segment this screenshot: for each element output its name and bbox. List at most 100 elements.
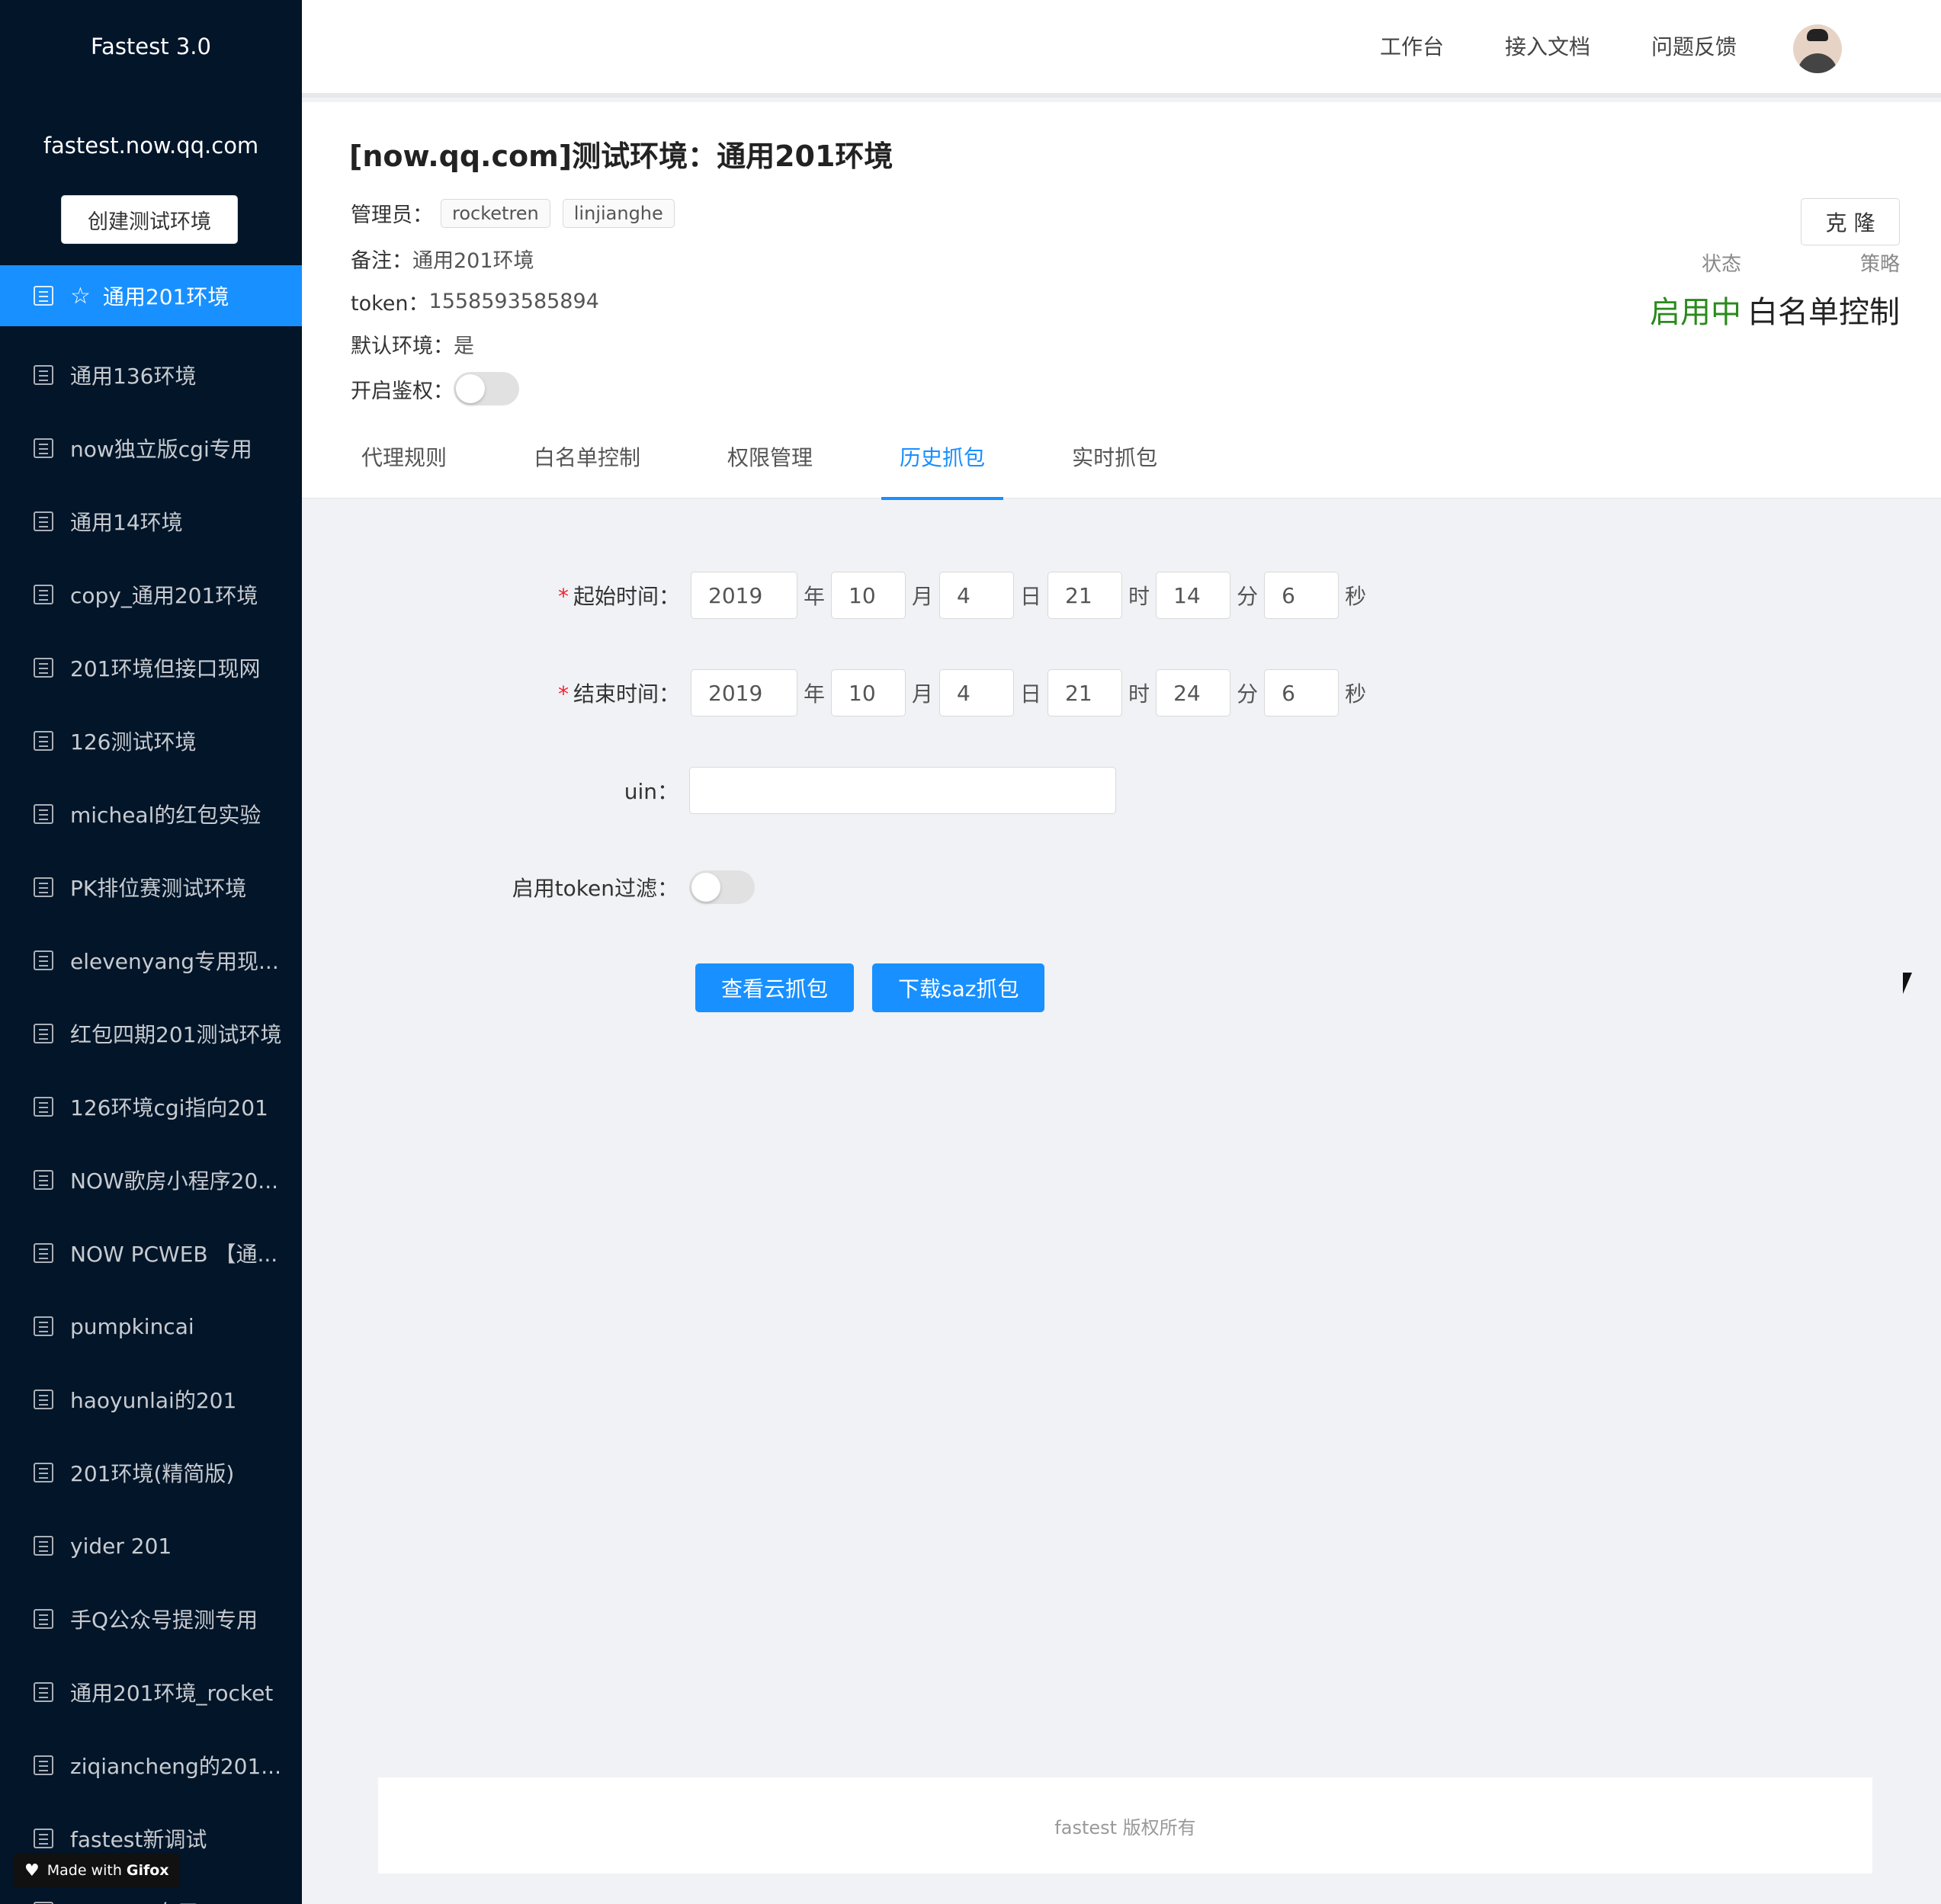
sidebar-item[interactable]: now独立版cgi专用 <box>0 412 302 485</box>
start-minute-input[interactable]: 14 <box>1156 572 1231 619</box>
sidebar-item-label: copy_通用201环境 <box>70 583 258 608</box>
top-header: 工作台 接入文档 问题反馈 <box>302 0 1941 98</box>
list-icon <box>34 286 53 306</box>
end-minute-input[interactable]: 24 <box>1156 669 1231 716</box>
start-hour-input[interactable]: 21 <box>1047 572 1123 619</box>
status-value: 启用中 <box>1650 295 1741 330</box>
start-second-input[interactable]: 6 <box>1264 572 1339 619</box>
action-row: 查看云抓包 下载saz抓包 <box>695 963 1063 1012</box>
view-cloud-capture-button[interactable]: 查看云抓包 <box>695 963 855 1012</box>
admin-field: 管理员： rocketren linjianghe <box>351 198 687 228</box>
sidebar-item-label: micheal的红包实验 <box>70 803 261 828</box>
tab-whitelist[interactable]: 白名单控制 <box>515 438 659 500</box>
token-filter-toggle[interactable] <box>689 870 755 904</box>
token-field: token： 1558593585894 <box>351 287 599 316</box>
nav-feedback[interactable]: 问题反馈 <box>1651 30 1737 61</box>
list-icon <box>34 658 53 678</box>
user-avatar[interactable] <box>1793 24 1842 73</box>
uin-input[interactable] <box>689 767 1116 814</box>
sidebar-item-label: 201环境(精简版) <box>70 1461 235 1486</box>
top-nav: 工作台 接入文档 问题反馈 <box>1380 30 1737 61</box>
end-month-input[interactable]: 10 <box>831 669 906 716</box>
remark-label: 备注： <box>351 249 412 273</box>
sidebar-item[interactable]: ☆ 通用201环境 <box>0 265 302 326</box>
tab-proxy-rules[interactable]: 代理规则 <box>343 438 465 500</box>
list-icon <box>34 877 53 897</box>
sidebar-item[interactable]: PK排位赛测试环境 <box>0 851 302 924</box>
list-icon <box>34 1390 53 1409</box>
sidebar-item-label: 红包四期201测试环境 <box>70 1022 282 1047</box>
sidebar-item[interactable]: 201环境但接口现网 <box>0 631 302 704</box>
list-icon <box>34 438 53 458</box>
tab-permissions[interactable]: 权限管理 <box>709 438 831 500</box>
status-label: 状态 <box>1701 253 1741 276</box>
env-menu: ☆ 通用201环境通用136环境 now独立版cgi专用 通用14环境 copy_通用2… <box>0 265 302 1904</box>
strategy-stat: 策略 白名单控制 <box>1747 248 1900 332</box>
admin-tag: linjianghe <box>562 198 675 228</box>
list-icon <box>34 511 53 531</box>
download-saz-button[interactable]: 下载saz抓包 <box>872 963 1045 1012</box>
star-icon[interactable]: ☆ <box>70 283 91 309</box>
sidebar-item[interactable]: 126测试环境 <box>0 704 302 777</box>
sidebar-item-label: 通用136环境 <box>70 364 197 389</box>
sidebar-item-label: fastest新调试 <box>70 1827 207 1852</box>
env-info-panel: [now.qq.com]测试环境：通用201环境 管理员： rocketren … <box>302 102 1941 500</box>
sidebar-item[interactable]: elevenyang专用现... <box>0 924 302 997</box>
sidebar-item[interactable]: copy_通用201环境 <box>0 558 302 631</box>
sidebar-item-label: 通用201环境 <box>102 284 229 309</box>
footer: fastest 版权所有 <box>378 1777 1872 1874</box>
end-hour-input[interactable]: 21 <box>1047 669 1123 716</box>
sidebar-item[interactable]: 通用14环境 <box>0 485 302 558</box>
sidebar-item[interactable]: pumpkincai <box>0 1290 302 1363</box>
mouse-cursor-icon <box>1903 973 1912 994</box>
tab-realtime-capture[interactable]: 实时抓包 <box>1054 438 1176 500</box>
end-year-input[interactable]: 2019 <box>691 669 797 716</box>
gifox-prefix: Made with <box>47 1862 122 1879</box>
sidebar-item-label: now独立版cgi专用 <box>70 437 252 462</box>
domain-label: fastest.now.qq.com <box>43 133 259 159</box>
sidebar-item[interactable]: 通用136环境 <box>0 338 302 412</box>
sidebar-item-label: 通用14环境 <box>70 510 183 535</box>
sidebar-item[interactable]: 手Q公众号提测专用 <box>0 1582 302 1656</box>
sidebar-item[interactable]: micheal的红包实验 <box>0 777 302 851</box>
status-stat: 状态 启用中 <box>1650 248 1741 332</box>
sidebar-item-label: pumpkincai <box>70 1313 194 1339</box>
sidebar-item[interactable]: haoyunlai的201 <box>0 1363 302 1436</box>
start-year-input[interactable]: 2019 <box>691 572 797 619</box>
sidebar-item[interactable]: 126环境cgi指向201 <box>0 1070 302 1143</box>
start-month-input[interactable]: 10 <box>831 572 906 619</box>
start-time-label: 起始时间： <box>573 584 680 609</box>
unit-year: 年 <box>804 584 826 609</box>
default-env-field: 默认环境： 是 <box>351 329 474 359</box>
gifox-watermark: ♥ Made with Gifox <box>14 1854 180 1887</box>
nav-workbench[interactable]: 工作台 <box>1380 30 1444 61</box>
unit-month: 月 <box>912 681 934 707</box>
sidebar-item-label: haoyunlai的201 <box>70 1388 237 1413</box>
sidebar-item[interactable]: ziqiancheng的201... <box>0 1729 302 1802</box>
sidebar-item[interactable]: 通用201环境_rocket <box>0 1656 302 1729</box>
sidebar-item[interactable]: NOW歌房小程序20... <box>0 1143 302 1216</box>
create-env-button[interactable]: 创建测试环境 <box>61 195 238 244</box>
sidebar-item[interactable]: yider 201 <box>0 1509 302 1582</box>
tab-history-capture[interactable]: 历史抓包 <box>881 438 1004 500</box>
nav-docs[interactable]: 接入文档 <box>1505 30 1590 61</box>
end-day-input[interactable]: 4 <box>939 669 1015 716</box>
unit-year: 年 <box>804 681 826 707</box>
clone-button[interactable]: 克 隆 <box>1801 198 1900 245</box>
admin-tag: rocketren <box>441 198 550 228</box>
auth-toggle[interactable] <box>454 372 519 405</box>
sidebar-item[interactable]: NOW PCWEB 【通... <box>0 1216 302 1290</box>
token-filter-row: 启用token过滤： <box>302 870 755 904</box>
sidebar-item-label: PK排位赛测试环境 <box>70 876 247 901</box>
token-filter-label: 启用token过滤： <box>512 876 679 901</box>
start-day-input[interactable]: 4 <box>939 572 1015 619</box>
required-mark: * <box>557 584 569 609</box>
admin-label: 管理员： <box>351 204 433 227</box>
sidebar-item[interactable]: 201环境(精简版) <box>0 1436 302 1509</box>
end-time-label-wrap: * 结束时间： <box>302 678 691 708</box>
sidebar-item-label: UARTest专用201 <box>70 1896 239 1904</box>
strategy-value: 白名单控制 <box>1747 295 1900 330</box>
end-second-input[interactable]: 6 <box>1264 669 1339 716</box>
sidebar-item[interactable]: 红包四期201测试环境 <box>0 997 302 1070</box>
strategy-label: 策略 <box>1859 253 1900 276</box>
